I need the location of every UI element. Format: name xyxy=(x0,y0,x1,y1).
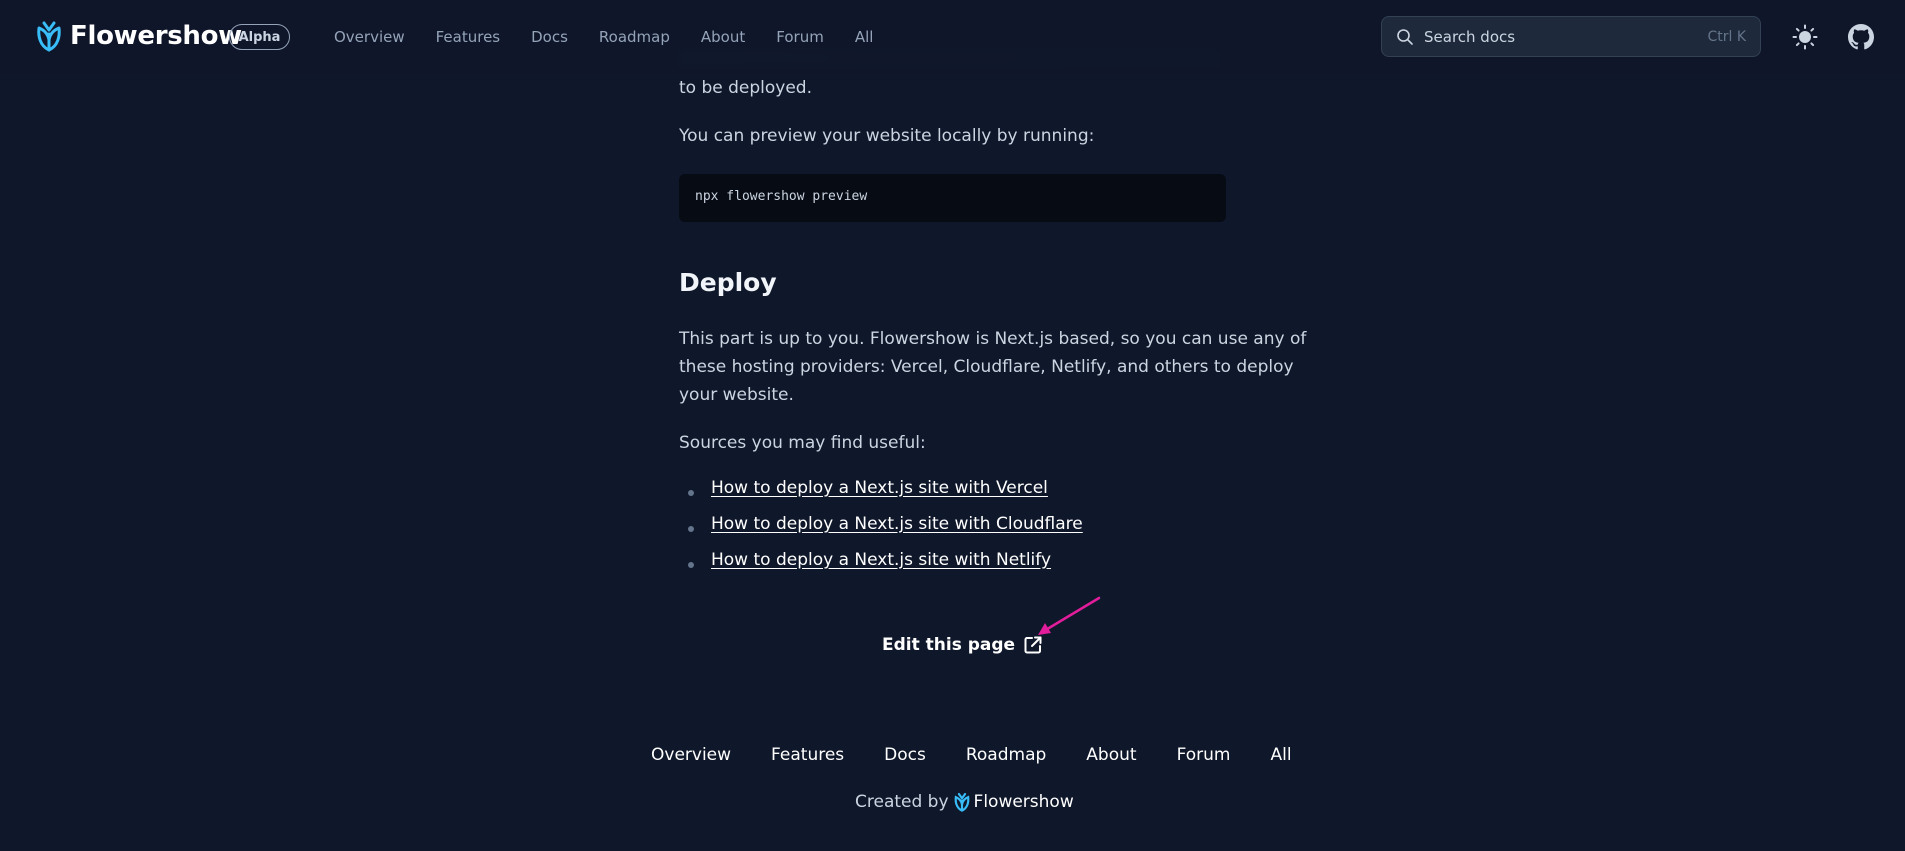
nav-overview[interactable]: Overview xyxy=(334,28,405,46)
footer-credit: Created by Flowershow xyxy=(855,792,1074,812)
top-nav: Overview Features Docs Roadmap About For… xyxy=(334,28,904,46)
code-text: npx flowershow preview xyxy=(695,189,868,204)
deploy-paragraph-line-1: This part is up to you. Flowershow is Ne… xyxy=(679,329,1307,349)
sources-text: Sources you may find useful: xyxy=(679,433,926,453)
site-logo[interactable]: Flowershow xyxy=(36,20,242,52)
code-block: npx flowershow preview xyxy=(679,174,1226,222)
brand-name: Flowershow xyxy=(70,21,242,51)
footer-nav-roadmap[interactable]: Roadmap xyxy=(966,745,1046,765)
search-box[interactable]: Search docs Ctrl K xyxy=(1381,16,1761,57)
list-item: How to deploy a Next.js site with Netlif… xyxy=(679,550,1083,586)
nav-about[interactable]: About xyxy=(701,28,745,46)
nav-features[interactable]: Features xyxy=(436,28,501,46)
nav-forum[interactable]: Forum xyxy=(776,28,824,46)
paragraph-preview: You can preview your website locally by … xyxy=(679,126,1095,146)
sun-icon xyxy=(1792,24,1818,50)
search-icon xyxy=(1397,28,1413,45)
flowershow-logo-icon xyxy=(37,21,61,52)
edit-label: Edit this page xyxy=(882,635,1016,655)
annotation-arrow-icon xyxy=(1038,596,1101,635)
list-item: How to deploy a Next.js site with Cloudf… xyxy=(679,514,1083,550)
theme-toggle-button[interactable] xyxy=(1791,23,1819,51)
link-cloudflare[interactable]: How to deploy a Next.js site with Cloudf… xyxy=(711,514,1083,534)
link-vercel[interactable]: How to deploy a Next.js site with Vercel xyxy=(711,478,1048,498)
deploy-paragraph-line-2: these hosting providers: Vercel, Cloudfl… xyxy=(679,357,1294,377)
footer-nav-features[interactable]: Features xyxy=(771,745,844,765)
top-header: Flowershow Alpha Overview Features Docs … xyxy=(0,0,1905,74)
list-item: How to deploy a Next.js site with Vercel xyxy=(679,478,1083,514)
flowershow-logo-icon xyxy=(954,792,969,812)
credit-brand-link[interactable]: Flowershow xyxy=(974,792,1074,812)
search-shortcut: Ctrl K xyxy=(1707,28,1746,45)
nav-roadmap[interactable]: Roadmap xyxy=(599,28,670,46)
paragraph-deployed: to be deployed. xyxy=(679,78,813,98)
github-icon xyxy=(1848,24,1874,50)
deploy-heading: Deploy xyxy=(679,268,777,297)
credit-prefix: Created by xyxy=(855,792,949,812)
footer-nav-about[interactable]: About xyxy=(1086,745,1136,765)
footer-nav-docs[interactable]: Docs xyxy=(884,745,926,765)
footer-nav-all[interactable]: All xyxy=(1270,745,1291,765)
nav-docs[interactable]: Docs xyxy=(531,28,568,46)
search-placeholder: Search docs xyxy=(1424,27,1516,46)
edit-this-page-link[interactable]: Edit this page xyxy=(882,635,1043,655)
nav-all[interactable]: All xyxy=(855,28,874,46)
github-link[interactable] xyxy=(1847,23,1875,51)
footer-nav-overview[interactable]: Overview xyxy=(651,745,731,765)
deploy-paragraph-line-3: your website. xyxy=(679,385,794,405)
sources-list: How to deploy a Next.js site with Vercel… xyxy=(679,478,1083,586)
footer-nav: Overview Features Docs Roadmap About For… xyxy=(651,745,1332,765)
footer-nav-forum[interactable]: Forum xyxy=(1177,745,1231,765)
alpha-badge: Alpha xyxy=(229,24,290,50)
link-netlify[interactable]: How to deploy a Next.js site with Netlif… xyxy=(711,550,1051,570)
